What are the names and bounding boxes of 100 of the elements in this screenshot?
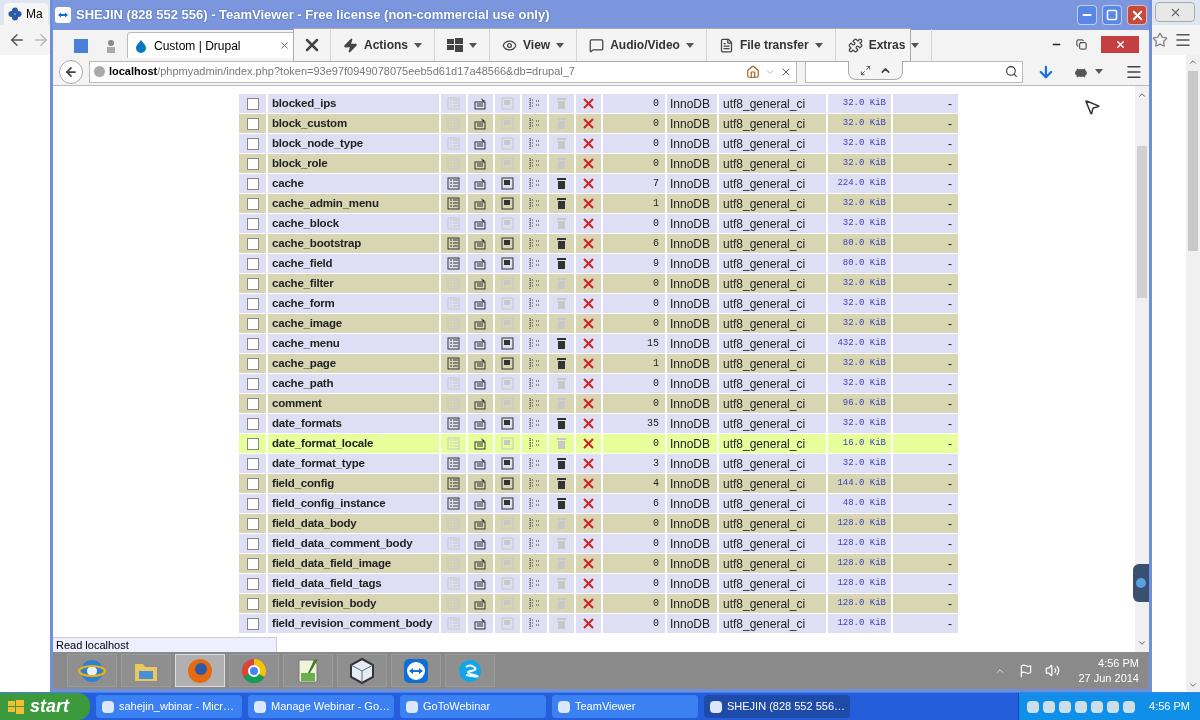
row-count: 4: [653, 477, 659, 491]
table-name-link[interactable]: field_data_comment_body: [272, 534, 413, 553]
size-text: 96.0 KiB: [842, 396, 886, 410]
engine-text: InnoDB: [670, 215, 711, 233]
size-text: 32.0 KiB: [842, 316, 886, 330]
engine-text: InnoDB: [670, 515, 711, 533]
row-count: 0: [653, 217, 659, 231]
overhead-text: -: [948, 155, 952, 173]
size-text: 32.0 KiB: [842, 96, 886, 110]
engine-text: InnoDB: [670, 535, 711, 553]
size-text: 32.0 KiB: [842, 216, 886, 230]
collation-text: utf8_general_ci: [723, 595, 806, 613]
collation-text: utf8_general_ci: [723, 535, 806, 553]
table-name-link[interactable]: comment: [272, 394, 322, 413]
table-name-link[interactable]: cache_image: [272, 314, 343, 333]
taskbar-task-button[interactable]: GoToWebinar: [400, 695, 546, 718]
size-text: 16.0 KiB: [842, 436, 886, 450]
collation-text: utf8_general_ci: [723, 415, 806, 433]
browser-tab[interactable]: Ma: [4, 3, 48, 25]
overhead-text: -: [948, 555, 952, 573]
start-button[interactable]: start: [0, 693, 90, 720]
overhead-text: -: [948, 395, 952, 413]
collation-text: utf8_general_ci: [723, 615, 806, 633]
row-count: 0: [653, 557, 659, 571]
row-count: 0: [653, 577, 659, 591]
overhead-text: -: [948, 235, 952, 253]
toolbar-menu-button[interactable]: Audio/Video: [577, 29, 707, 61]
table-name-link[interactable]: field_revision_body: [272, 594, 377, 613]
size-text: 128.0 KiB: [837, 556, 886, 570]
overhead-text: -: [948, 295, 952, 313]
collation-text: utf8_general_ci: [723, 515, 806, 533]
table-name-link[interactable]: block_role: [272, 154, 328, 173]
overhead-text: -: [948, 595, 952, 613]
overhead-text: -: [948, 515, 952, 533]
toolbar-menu-button[interactable]: Actions: [331, 29, 435, 61]
toolbar-menu-button[interactable]: View: [490, 29, 578, 61]
row-count: 0: [653, 317, 659, 331]
size-text: 144.0 KiB: [837, 476, 886, 490]
row-count: 0: [653, 97, 659, 111]
engine-text: InnoDB: [670, 275, 711, 293]
address-bar[interactable]: localhost/phpmyadmin/index.php?token=93e97f0949078075eeb5d61d17a48566&db=drupal_7: [88, 60, 797, 83]
table-name-link[interactable]: date_formats: [272, 414, 342, 433]
size-text: 48.0 KiB: [842, 496, 886, 510]
overhead-text: -: [948, 435, 952, 453]
row-count: 0: [653, 297, 659, 311]
engine-text: InnoDB: [670, 255, 711, 273]
size-text: 32.0 KiB: [842, 116, 886, 130]
engine-text: InnoDB: [670, 575, 711, 593]
table-name-link[interactable]: cache_block: [272, 214, 339, 233]
table-name-link[interactable]: cache_path: [272, 374, 334, 393]
table-name-link[interactable]: date_format_type: [272, 454, 365, 473]
collation-text: utf8_general_ci: [723, 435, 806, 453]
row-count: 0: [653, 157, 659, 171]
tab-title: Custom | Drupal: [154, 37, 241, 55]
collation-text: utf8_general_ci: [723, 295, 806, 313]
table-name-link[interactable]: cache_form: [272, 294, 335, 313]
table-name-link[interactable]: cache_field: [272, 254, 333, 273]
table-name-link[interactable]: block_custom: [272, 114, 347, 133]
table-name-link[interactable]: cache_menu: [272, 334, 340, 353]
collation-text: utf8_general_ci: [723, 235, 806, 253]
table-name-link[interactable]: blocked_ips: [272, 94, 337, 113]
table-name-link[interactable]: field_revision_comment_body: [272, 614, 433, 633]
overhead-text: -: [948, 535, 952, 553]
overhead-text: -: [948, 95, 952, 113]
taskbar-task-button[interactable]: TeamViewer: [552, 695, 698, 718]
size-text: 32.0 KiB: [842, 456, 886, 470]
table-name-link[interactable]: field_data_field_image: [272, 554, 391, 573]
engine-text: InnoDB: [670, 95, 711, 113]
overhead-text: -: [948, 275, 952, 293]
table-name-link[interactable]: cache: [272, 174, 304, 193]
taskbar-task-button[interactable]: SHEJIN (828 552 556…: [704, 695, 850, 718]
size-text: 32.0 KiB: [842, 356, 886, 370]
size-text: 224.0 KiB: [837, 176, 886, 190]
collation-text: utf8_general_ci: [723, 455, 806, 473]
table-name-link[interactable]: cache_bootstrap: [272, 234, 362, 253]
table-name-link[interactable]: cache_admin_menu: [272, 194, 379, 213]
table-name-link[interactable]: field_data_body: [272, 514, 357, 533]
overhead-text: -: [948, 255, 952, 273]
size-text: 32.0 KiB: [842, 136, 886, 150]
size-text: 32.0 KiB: [842, 416, 886, 430]
size-text: 32.0 KiB: [842, 196, 886, 210]
collation-text: utf8_general_ci: [723, 375, 806, 393]
table-name-link[interactable]: field_config_instance: [272, 494, 386, 513]
table-name-link[interactable]: date_format_locale: [272, 434, 374, 453]
toolbar-menu-button[interactable]: File transfer: [706, 29, 836, 61]
overhead-text: -: [948, 135, 952, 153]
status-text: Read localhost: [53, 637, 277, 652]
engine-text: InnoDB: [670, 555, 711, 573]
table-name-link[interactable]: field_config: [272, 474, 335, 493]
table-name-link[interactable]: cache_filter: [272, 274, 334, 293]
taskbar-task-button[interactable]: Manage Webinar - Go…: [248, 695, 394, 718]
overhead-text: -: [948, 355, 952, 373]
table-name-link[interactable]: block_node_type: [272, 134, 363, 153]
collation-text: utf8_general_ci: [723, 175, 806, 193]
row-count: 6: [653, 237, 659, 251]
row-count: 9: [653, 257, 659, 271]
table-name-link[interactable]: cache_page: [272, 354, 336, 373]
taskbar-task-button[interactable]: sahejin_wbinar - Micr…: [96, 695, 242, 718]
engine-text: InnoDB: [670, 195, 711, 213]
table-name-link[interactable]: field_data_field_tags: [272, 574, 382, 593]
